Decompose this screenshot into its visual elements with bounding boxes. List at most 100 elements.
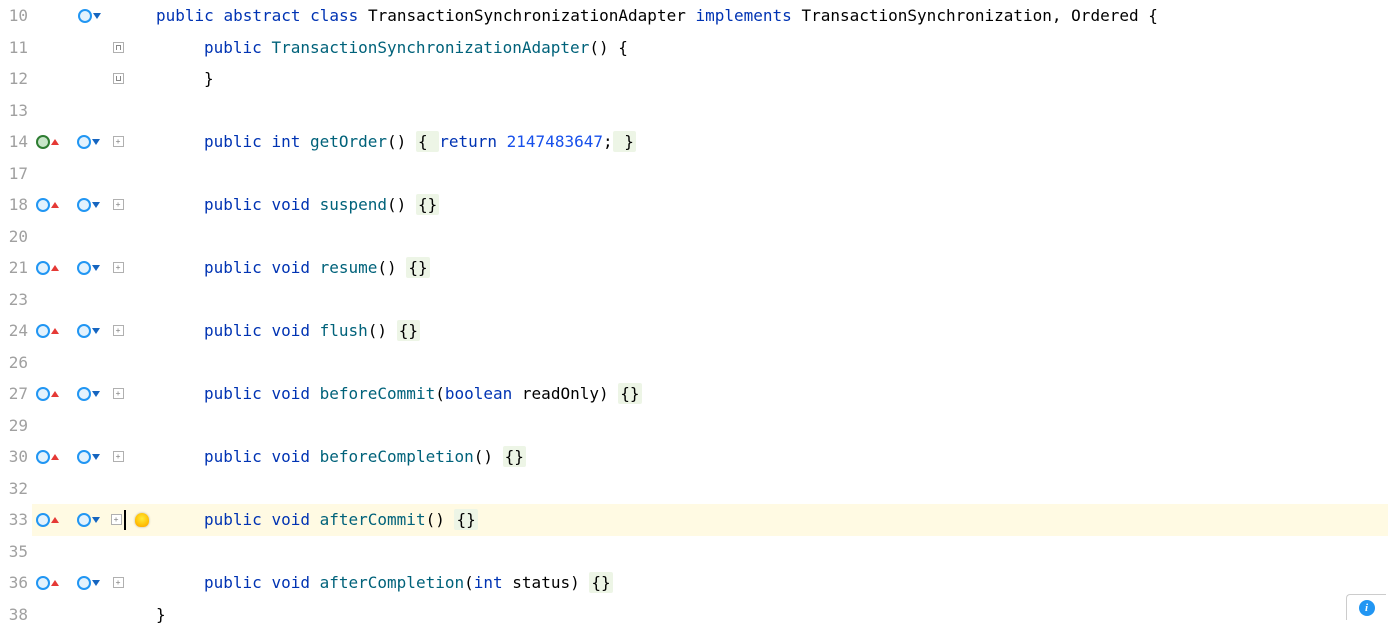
code-line[interactable]: 32 [0, 473, 1388, 505]
code-line[interactable]: 10 public abstract class TransactionSynch… [0, 0, 1388, 32]
scrollbar[interactable] [1374, 0, 1388, 592]
line-number[interactable]: 30 [0, 441, 32, 473]
implementation-icon[interactable] [77, 198, 100, 212]
gutter-markers[interactable] [32, 324, 108, 338]
line-number[interactable]: 23 [0, 284, 32, 316]
overrides-icon[interactable] [36, 387, 59, 401]
code-line[interactable]: 18 + public void suspend() {} [0, 189, 1388, 221]
implementation-icon[interactable] [77, 513, 100, 527]
gutter-markers[interactable] [32, 135, 108, 149]
overrides-icon[interactable] [36, 261, 59, 275]
code-line[interactable]: 13 [0, 95, 1388, 127]
line-number[interactable]: 11 [0, 32, 32, 64]
fold-gutter[interactable]: + [108, 388, 128, 399]
gutter-markers[interactable] [32, 576, 108, 590]
code-text[interactable]: } [156, 599, 1388, 630]
overrides-icon[interactable] [36, 576, 59, 590]
code-line[interactable]: 33 + public void afterCommit() {} [0, 504, 1388, 536]
line-number[interactable]: 24 [0, 315, 32, 347]
fold-expand-icon[interactable]: + [113, 136, 124, 147]
fold-gutter[interactable]: + [108, 199, 128, 210]
fold-gutter[interactable]: + [108, 451, 128, 462]
code-text[interactable]: public void beforeCommit(boolean readOnl… [156, 378, 1388, 410]
fold-gutter[interactable]: + [108, 577, 128, 588]
code-line[interactable]: 36+ public void afterCompletion(int stat… [0, 567, 1388, 599]
line-number[interactable]: 29 [0, 410, 32, 442]
overrides-icon[interactable] [36, 450, 59, 464]
code-line[interactable]: 29 [0, 410, 1388, 442]
implementation-icon[interactable] [77, 135, 100, 149]
code-text[interactable]: public void afterCompletion(int status) … [156, 567, 1388, 599]
code-text[interactable]: public abstract class TransactionSynchro… [156, 0, 1388, 32]
code-line[interactable]: 20 [0, 221, 1388, 253]
fold-gutter[interactable]: + [108, 510, 128, 530]
info-badge[interactable]: i [1346, 594, 1386, 620]
line-number[interactable]: 13 [0, 95, 32, 127]
code-text[interactable]: public int getOrder() { return 214748364… [156, 126, 1388, 158]
fold-expand-icon[interactable]: + [113, 199, 124, 210]
code-editor[interactable]: 10 public abstract class TransactionSynch… [0, 0, 1388, 622]
line-number[interactable]: 33 [0, 504, 32, 536]
line-number[interactable]: 21 [0, 252, 32, 284]
code-line[interactable]: 17 [0, 158, 1388, 190]
line-number[interactable]: 18 [0, 189, 32, 221]
gutter-markers[interactable] [32, 450, 108, 464]
lightbulb-icon[interactable] [135, 513, 149, 527]
line-number[interactable]: 20 [0, 221, 32, 253]
implementation-icon[interactable] [77, 261, 100, 275]
code-line[interactable]: 38} [0, 599, 1388, 630]
line-number[interactable]: 12 [0, 63, 32, 95]
code-text[interactable]: public void beforeCompletion() {} [156, 441, 1388, 473]
code-line[interactable]: 30 + public void beforeCompletion() {} [0, 441, 1388, 473]
fold-expand-icon[interactable]: + [113, 325, 124, 336]
fold-expand-icon[interactable]: + [113, 388, 124, 399]
gutter-markers[interactable] [32, 9, 108, 23]
code-text[interactable]: public void resume() {} [156, 252, 1388, 284]
implementation-icon[interactable] [78, 9, 101, 23]
fold-region-start-icon[interactable] [113, 42, 124, 53]
line-number[interactable]: 10 [0, 0, 32, 32]
line-number[interactable]: 26 [0, 347, 32, 379]
overrides-icon[interactable] [36, 513, 59, 527]
code-line[interactable]: 24 + public void flush() {} [0, 315, 1388, 347]
implementation-icon[interactable] [77, 387, 100, 401]
overrides-icon[interactable] [36, 135, 59, 149]
fold-region-end-icon[interactable] [113, 73, 124, 84]
code-text[interactable]: public TransactionSynchronizationAdapter… [156, 32, 1388, 64]
code-line[interactable]: 35 [0, 536, 1388, 568]
fold-expand-icon[interactable]: + [113, 451, 124, 462]
code-text[interactable]: } [156, 63, 1388, 95]
fold-gutter[interactable]: + [108, 325, 128, 336]
code-line[interactable]: 26 [0, 347, 1388, 379]
fold-gutter[interactable]: + [108, 136, 128, 147]
code-line[interactable]: 23 [0, 284, 1388, 316]
overrides-icon[interactable] [36, 324, 59, 338]
line-number[interactable]: 14 [0, 126, 32, 158]
line-number[interactable]: 38 [0, 599, 32, 630]
fold-expand-icon[interactable]: + [111, 514, 122, 525]
overrides-icon[interactable] [36, 198, 59, 212]
line-number[interactable]: 35 [0, 536, 32, 568]
line-number[interactable]: 32 [0, 473, 32, 505]
code-line[interactable]: 27 + public void beforeCommit(boolean rea… [0, 378, 1388, 410]
gutter-markers[interactable] [32, 198, 108, 212]
code-text[interactable]: public void suspend() {} [156, 189, 1388, 221]
code-text[interactable]: public void flush() {} [156, 315, 1388, 347]
implementation-icon[interactable] [77, 576, 100, 590]
fold-gutter[interactable] [108, 73, 128, 84]
code-line[interactable]: 12 } [0, 63, 1388, 95]
fold-expand-icon[interactable]: + [113, 577, 124, 588]
line-number[interactable]: 27 [0, 378, 32, 410]
code-line[interactable]: 21 + public void resume() {} [0, 252, 1388, 284]
fold-expand-icon[interactable]: + [113, 262, 124, 273]
fold-gutter[interactable] [108, 42, 128, 53]
code-line[interactable]: 14 + public int getOrder() { return 21474… [0, 126, 1388, 158]
code-text[interactable]: public void afterCommit() {} [156, 504, 1388, 536]
fold-gutter[interactable]: + [108, 262, 128, 273]
gutter-markers[interactable] [32, 513, 108, 527]
line-number[interactable]: 17 [0, 158, 32, 190]
gutter-markers[interactable] [32, 261, 108, 275]
code-line[interactable]: 11 public TransactionSynchronizationAdap… [0, 32, 1388, 64]
gutter-markers[interactable] [32, 387, 108, 401]
implementation-icon[interactable] [77, 450, 100, 464]
